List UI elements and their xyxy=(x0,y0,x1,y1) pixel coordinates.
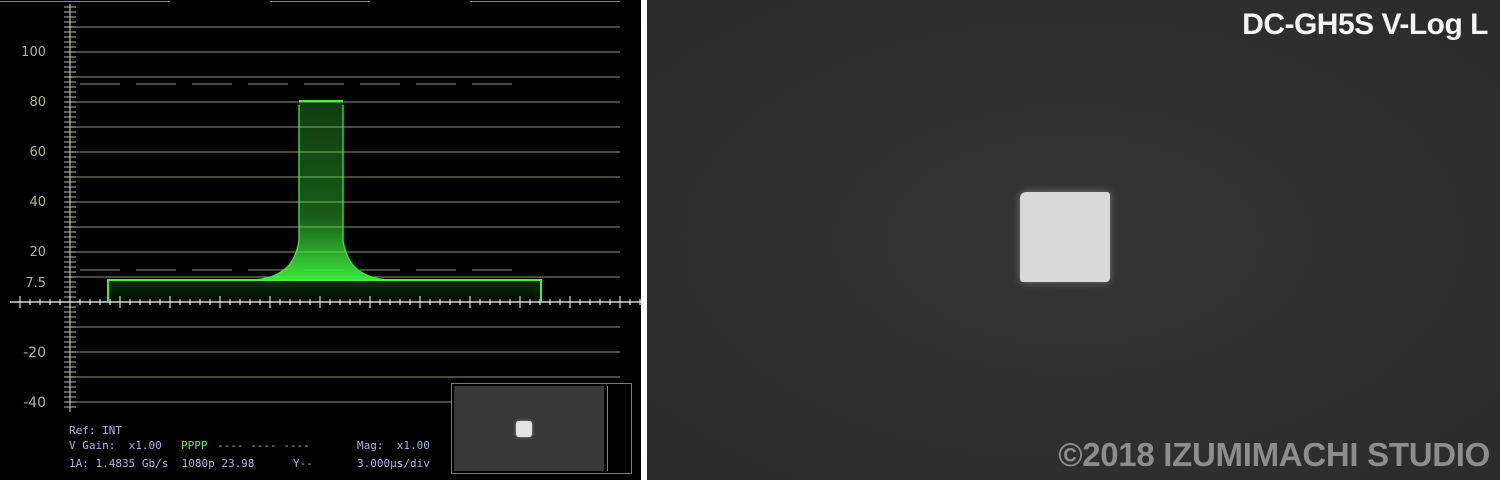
waveform-spike-left-edge xyxy=(254,105,300,281)
thumbnail-image xyxy=(454,386,604,471)
picture-thumbnail xyxy=(451,383,632,474)
v-gain-readout: V Gain: x1.00 xyxy=(69,439,162,452)
waveform-spike-fill xyxy=(255,101,387,280)
waveform-spike-right-edge xyxy=(342,105,388,281)
y-axis-label-7-5: 7.5 xyxy=(25,276,46,291)
ref-readout: Ref: INT xyxy=(69,424,122,437)
inactive-channels-indicator: ---- ---- ---- xyxy=(217,439,310,452)
y-axis-label-40: 40 xyxy=(29,195,46,210)
active-channels-indicator: PPPP xyxy=(181,439,208,452)
y-axis-label-60: 60 xyxy=(29,145,46,160)
gray-target-patch xyxy=(1020,192,1110,282)
camera-view: DC-GH5S V-Log L ©2018 IZUMIMACHI STUDIO xyxy=(647,0,1500,480)
y-axis-label-minus-20: -20 xyxy=(23,345,46,361)
time-per-division-readout: 3.000µs/div xyxy=(357,457,430,470)
mag-readout: Mag: x1.00 xyxy=(357,439,430,452)
waveform-monitor: 100 80 60 40 20 7.5 -20 -40 Ref: INT V G… xyxy=(0,0,641,480)
waveform-body-fill xyxy=(108,280,541,301)
copyright-watermark: ©2018 IZUMIMACHI STUDIO xyxy=(1058,436,1490,473)
y-mode-readout: Y-- xyxy=(293,457,313,470)
camera-profile-label: DC-GH5S V-Log L xyxy=(1242,8,1488,41)
thumbnail-target-patch xyxy=(516,421,532,437)
thumbnail-edge-line xyxy=(607,386,608,471)
signal-format-readout: 1A: 1.4835 Gb/s 1080p 23.98 xyxy=(69,457,255,470)
y-axis-label-80: 80 xyxy=(29,95,46,110)
y-axis-label-minus-40: -40 xyxy=(23,395,46,411)
y-axis-label-20: 20 xyxy=(29,245,46,260)
y-axis-label-100: 100 xyxy=(21,45,46,60)
